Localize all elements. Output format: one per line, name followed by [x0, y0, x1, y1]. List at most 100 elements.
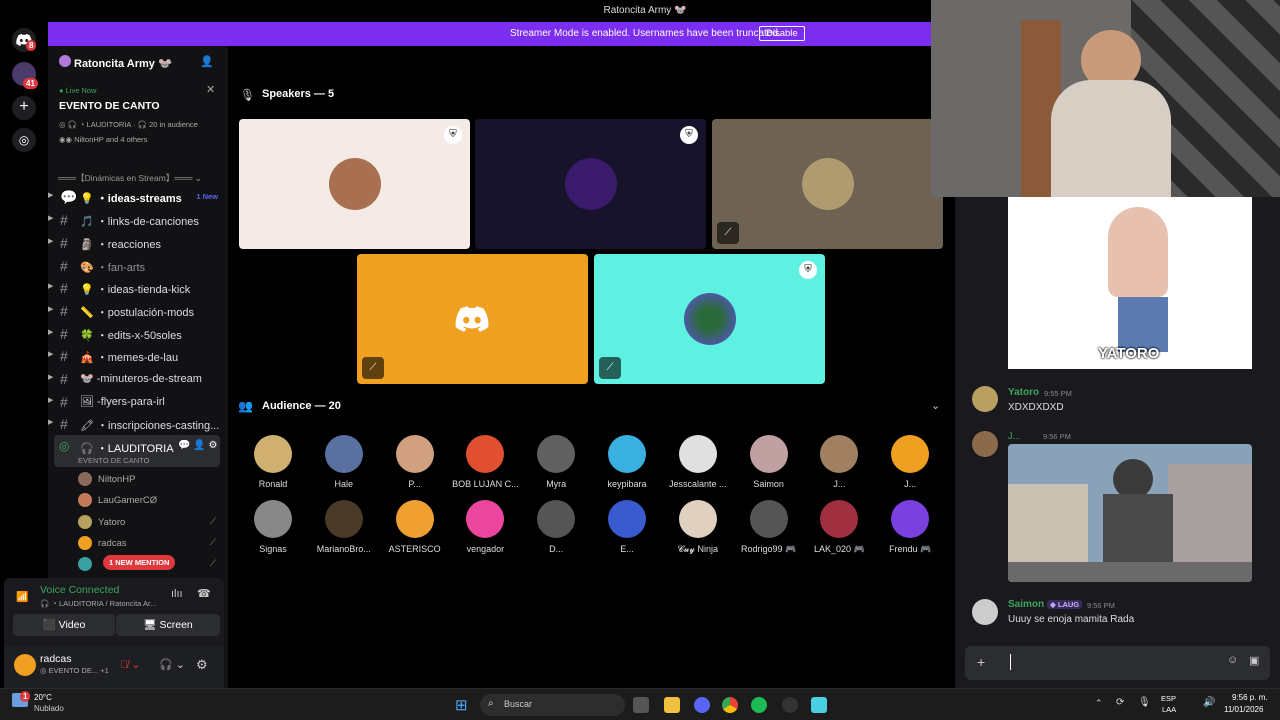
task-view-icon[interactable]	[633, 697, 649, 713]
channel-postulacion-mods[interactable]: ▶ # 📏 ・postulación-mods	[48, 300, 226, 322]
add-member-icon[interactable]: 👤	[200, 55, 214, 68]
stage-channel[interactable]: ◎ 🎧 ・LAUDITORIA EVENTO DE CANTO 💬 👤 ⚙	[54, 435, 220, 467]
channel-ideas-tienda-kick[interactable]: ▶ # 💡 ・ideas-tienda-kick	[48, 277, 226, 299]
language-1[interactable]: ESP	[1161, 694, 1176, 703]
member-row[interactable]: NiltonHP	[76, 469, 226, 489]
clock-date[interactable]: 11/01/2026	[1224, 705, 1263, 714]
moderator-shield-icon: ⛨	[444, 126, 462, 144]
new-mention-pill[interactable]: 1 NEW MENTION	[103, 555, 176, 570]
avatar[interactable]	[972, 431, 998, 457]
stage-icon: ◎	[59, 439, 70, 453]
sticker-image[interactable]: YATORO	[1008, 197, 1252, 369]
channel-inscripciones[interactable]: ▶ # 🖍 ・inscripciones-casting...	[48, 413, 226, 435]
audience-member[interactable]: Ronald	[239, 435, 307, 495]
speaker-tile[interactable]: ⛨ ⟋	[594, 254, 825, 384]
channel-fan-arts[interactable]: # 🎨 ・fan-arts	[48, 255, 226, 277]
channel-ideas-streams[interactable]: ▶ 💬 💡 ・ideas-streams 1 New	[48, 186, 226, 208]
video-button[interactable]: ⬛ Video	[13, 614, 115, 636]
chrome-icon[interactable]	[722, 697, 738, 713]
audience-member[interactable]: P...	[381, 435, 449, 495]
user-avatar[interactable]	[14, 654, 36, 676]
channel-minuteros[interactable]: ▶ # 🐭 -minuteros-de-stream	[48, 368, 226, 390]
file-explorer-icon[interactable]	[664, 697, 680, 713]
avatar	[537, 500, 576, 538]
channel-links-de-canciones[interactable]: ▶ # 🎵 ・links-de-canciones	[48, 209, 226, 231]
disconnect-icon[interactable]: ☎	[197, 587, 211, 600]
audience-member[interactable]: LAK_020 🎮	[805, 500, 873, 560]
category-header[interactable]: ═══【Dinámicas en Stream】═══ ⌄	[58, 172, 202, 184]
member-row[interactable]: radcas ⟋	[76, 533, 226, 553]
add-server-icon[interactable]: +	[12, 96, 36, 120]
taskbar-search[interactable]: ⌕ Buscar	[480, 694, 625, 716]
message-author[interactable]: Saimon	[1008, 599, 1044, 610]
clock-time[interactable]: 9:56 p. m.	[1232, 693, 1268, 702]
voice-status: Voice Connected	[40, 584, 120, 596]
mic-muted-icon: ⟋	[209, 537, 216, 547]
avatar	[608, 500, 646, 538]
avatar[interactable]	[972, 599, 998, 625]
audience-member[interactable]: Saimon	[735, 435, 803, 495]
avatar	[678, 435, 717, 473]
server-header[interactable]: Ratoncita Army 🐭 ⌄ 👤	[48, 46, 228, 80]
audience-member[interactable]: ASTERISCO	[381, 500, 449, 560]
attached-image[interactable]	[1008, 444, 1252, 582]
tray-chevron-icon[interactable]: ⌃	[1095, 698, 1103, 709]
app-icon[interactable]	[811, 697, 827, 713]
disable-button[interactable]: Disable	[759, 26, 805, 41]
member-row[interactable]: LauGamerCØ	[76, 490, 226, 510]
search-placeholder: Buscar	[504, 699, 533, 709]
channel-reacciones[interactable]: ▶ # 🗿 ・reacciones	[48, 232, 226, 254]
microphone-tray-icon[interactable]: 🎙	[1138, 697, 1151, 708]
audience-member[interactable]: J...	[876, 435, 944, 495]
gif-icon[interactable]: ▣	[1249, 654, 1259, 667]
audience-member[interactable]: Myra	[522, 435, 590, 495]
audience-member[interactable]: MarianoBro...	[310, 500, 378, 560]
speaker-tile[interactable]: ⛨	[239, 119, 470, 249]
audience-member[interactable]: vengador	[451, 500, 519, 560]
audience-member[interactable]: D...	[522, 500, 590, 560]
signal-icon[interactable]: 📶	[16, 592, 28, 603]
channel-edits[interactable]: ▶ # 🍀 ・edits-x-50soles	[48, 323, 226, 345]
audience-member[interactable]: 𝓒𝓾𝔂 Ninja	[664, 500, 732, 560]
message-author[interactable]: J...	[1008, 431, 1020, 441]
audience-member[interactable]: Rodrigo99 🎮	[735, 500, 803, 560]
language-2[interactable]: LAA	[1162, 705, 1176, 714]
audience-member[interactable]: Jesscalante ...	[664, 435, 732, 495]
windows-start-icon[interactable]: ⊞	[455, 696, 468, 714]
discord-taskbar-icon[interactable]	[694, 697, 710, 713]
tray-app-icon[interactable]: ⟳	[1116, 697, 1124, 708]
audience-member[interactable]: BOB LUJAN C...	[451, 435, 519, 495]
volume-icon[interactable]: 🔊	[1203, 697, 1215, 708]
speaker-tile[interactable]: ⛨	[475, 119, 706, 249]
obs-icon[interactable]	[782, 697, 798, 713]
emoji-icon[interactable]: ☺	[1227, 654, 1238, 666]
avatar	[395, 500, 434, 538]
headphones-icon[interactable]: 🎧 ⌄	[159, 658, 185, 671]
chevron-down-icon[interactable]: ⌄	[931, 399, 940, 412]
mic-muted-icon[interactable]: 🎙̸ ⌄	[120, 658, 141, 671]
speaker-tile[interactable]: ⟋	[357, 254, 588, 384]
message-input[interactable]: + ☺ ▣	[965, 646, 1270, 680]
speaker-tile[interactable]: ⟋	[712, 119, 943, 249]
live-event-card[interactable]: ● Live Now ✕ EVENTO DE CANTO ◎ 🎧 ・LAUDIT…	[48, 80, 228, 152]
audience-member[interactable]: Signas	[239, 500, 307, 560]
audience-member[interactable]: Frendu 🎮	[876, 500, 944, 560]
soundboard-icon[interactable]: ılıı	[171, 588, 183, 600]
spotify-icon[interactable]	[751, 697, 767, 713]
screen-button[interactable]: 🖥 Screen	[116, 614, 220, 636]
member-row[interactable]: Yatoro ⟋	[76, 512, 226, 532]
avatar[interactable]	[972, 386, 998, 412]
close-icon[interactable]: ✕	[206, 83, 215, 96]
audience-member[interactable]: E...	[593, 500, 661, 560]
settings-gear-icon[interactable]: ⚙	[196, 657, 208, 673]
audience-member[interactable]: Hale	[310, 435, 378, 495]
channel-memes[interactable]: ▶ # 🎪 ・memes-de-lau	[48, 345, 226, 367]
channel-flyers[interactable]: ▶ # 🖼 -flyers-para-irl	[48, 391, 226, 413]
avatar	[537, 435, 576, 473]
message-author[interactable]: Yatoro	[1008, 387, 1039, 398]
add-attachment-icon[interactable]: +	[977, 654, 985, 670]
explore-icon[interactable]: ◎	[12, 128, 36, 152]
audience-member[interactable]: J...	[805, 435, 873, 495]
stage-actions-icon[interactable]: 💬 👤 ⚙	[178, 440, 217, 451]
audience-member[interactable]: keypibara	[593, 435, 661, 495]
